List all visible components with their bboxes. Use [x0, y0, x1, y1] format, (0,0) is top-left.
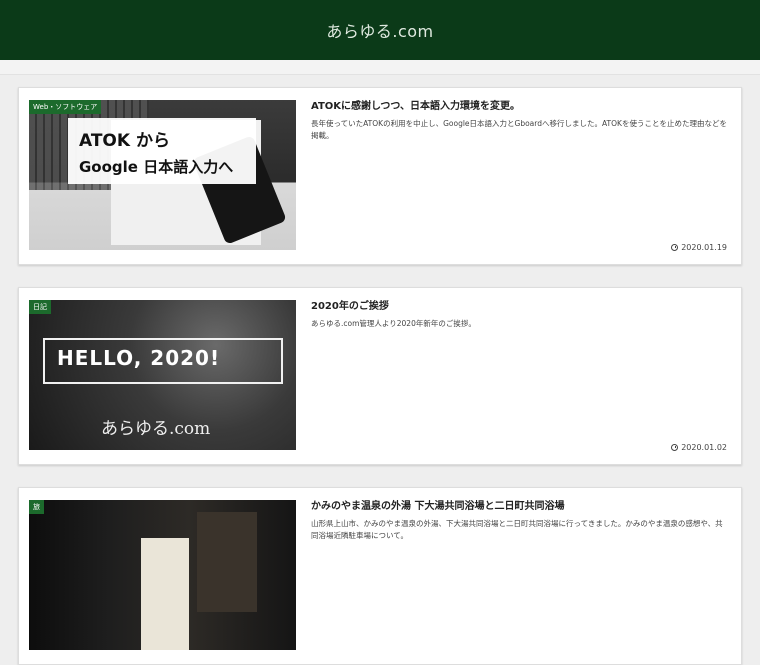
post-excerpt: 山形県上山市、かみのやま温泉の外湯、下大湯共同浴場と二日町共同浴場に行ってきまし… [311, 519, 723, 540]
post-list: Web・ソフトウェア ATOK から Google 日本語入力へ ATOKに感謝… [0, 75, 760, 665]
site-title[interactable]: あらゆる.com [326, 18, 433, 42]
post-date-text: 2020.01.19 [681, 243, 727, 252]
post-thumbnail[interactable]: Web・ソフトウェア ATOK から Google 日本語入力へ [29, 100, 296, 250]
category-badge[interactable]: Web・ソフトウェア [29, 100, 102, 114]
post-text: ATOKに感謝しつつ、日本語入力環境を変更。 長年使っていたATOKの利用を中止… [311, 100, 729, 141]
post-card[interactable]: 日記 HELLO, 2020! あらゆる.com 2020年のご挨拶 あらゆる.… [18, 287, 742, 465]
sign-image [141, 538, 189, 650]
post-title[interactable]: 2020年のご挨拶 [311, 300, 729, 313]
doorway-image [197, 512, 257, 612]
category-badge[interactable]: 旅 [29, 500, 44, 514]
post-card[interactable]: 旅 かみのやま温泉の外湯 下大湯共同浴場と二日町共同浴場 山形県上山市、かみのや… [18, 487, 742, 665]
post-date: 2020.01.02 [671, 443, 727, 452]
post-date-text: 2020.01.02 [681, 443, 727, 452]
category-badge[interactable]: 日記 [29, 300, 51, 314]
post-title[interactable]: ATOKに感謝しつつ、日本語入力環境を変更。 [311, 100, 729, 113]
post-thumbnail[interactable]: 旅 [29, 500, 296, 650]
site-header: あらゆる.com [0, 0, 760, 60]
post-date: 2020.01.19 [671, 243, 727, 252]
post-title[interactable]: かみのやま温泉の外湯 下大湯共同浴場と二日町共同浴場 [311, 500, 729, 513]
thumbnail-caption-line2: Google 日本語入力へ [79, 158, 234, 176]
clock-icon [671, 244, 679, 251]
clock-icon [671, 444, 679, 451]
thumbnail-caption-line1: HELLO, 2020! [57, 346, 221, 370]
thumbnail-caption-line1: ATOK から [79, 131, 170, 151]
header-divider [0, 60, 760, 75]
post-thumbnail[interactable]: 日記 HELLO, 2020! あらゆる.com [29, 300, 296, 450]
post-excerpt: 長年使っていたATOKの利用を中止し、Google日本語入力とGboardへ移行… [311, 119, 727, 140]
thumbnail-caption-line2: あらゆる.com [101, 419, 211, 439]
post-text: 2020年のご挨拶 あらゆる.com管理人より2020年新年のご挨拶。 [311, 300, 729, 330]
post-excerpt: あらゆる.com管理人より2020年新年のご挨拶。 [311, 319, 476, 328]
post-card[interactable]: Web・ソフトウェア ATOK から Google 日本語入力へ ATOKに感謝… [18, 87, 742, 265]
post-text: かみのやま温泉の外湯 下大湯共同浴場と二日町共同浴場 山形県上山市、かみのやま温… [311, 500, 729, 541]
